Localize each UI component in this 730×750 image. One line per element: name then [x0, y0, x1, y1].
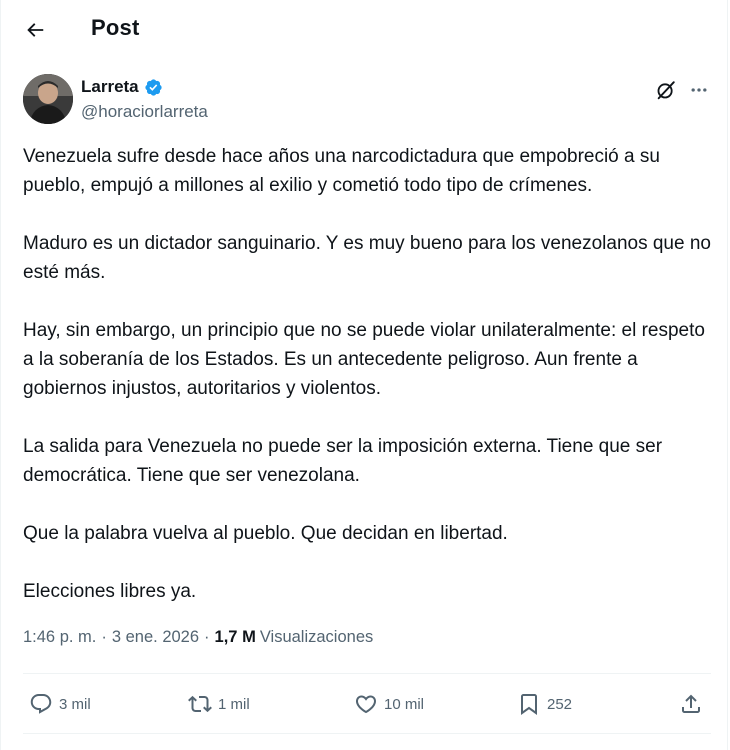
like-button[interactable]: 10 mil: [354, 688, 424, 720]
post-meta: 1:46 p. m. · 3 ene. 2026 · 1,7 M Visuali…: [23, 628, 373, 647]
back-arrow-icon: [27, 23, 44, 37]
bookmark-button[interactable]: 252: [517, 688, 572, 720]
page-title: Post: [91, 15, 140, 40]
grok-button[interactable]: [653, 77, 679, 103]
like-icon: [355, 695, 377, 714]
reply-count: 3 mil: [59, 695, 91, 713]
like-count: 10 mil: [384, 695, 425, 713]
divider: [23, 733, 711, 734]
action-bar: 3 mil 1 mil 10 mil 252: [23, 688, 713, 720]
reply-icon: [30, 694, 52, 714]
back-button[interactable]: [17, 12, 53, 48]
meta-separator: ·: [204, 628, 210, 646]
tweet-paragraph: Elecciones libres ya.: [23, 581, 197, 602]
post-detail-panel: Post Larreta @horaciorlarreta Venezuela …: [0, 0, 728, 750]
tweet-paragraph: Hay, sin embargo, un principio que no se…: [23, 320, 705, 399]
bookmark-count: 252: [547, 695, 573, 713]
repost-button[interactable]: 1 mil: [188, 688, 250, 720]
repost-count: 1 mil: [218, 695, 250, 713]
share-button[interactable]: [679, 688, 703, 720]
views-label[interactable]: Visualizaciones: [260, 628, 373, 647]
more-dots-icon: [691, 88, 707, 92]
tweet-paragraph: La salida para Venezuela no puede ser la…: [23, 436, 663, 486]
author-name-row: Larreta: [81, 77, 163, 97]
verified-badge-icon: [144, 78, 163, 97]
share-icon: [682, 694, 700, 713]
more-options-button[interactable]: [686, 77, 712, 103]
meta-separator: ·: [101, 628, 107, 646]
repost-icon: [188, 695, 212, 713]
tweet-paragraph: Maduro es un dictador sanguinario. Y es …: [23, 233, 711, 283]
reply-button[interactable]: 3 mil: [29, 688, 91, 720]
grok-icon: [657, 81, 675, 100]
divider: [23, 673, 711, 674]
author-name[interactable]: Larreta: [81, 77, 139, 97]
avatar[interactable]: [23, 74, 73, 124]
views-count[interactable]: 1,7 M: [215, 628, 256, 647]
tweet-paragraph: Que la palabra vuelva al pueblo. Que dec…: [23, 523, 508, 544]
tweet-paragraph: Venezuela sufre desde hace años una narc…: [23, 146, 660, 196]
bookmark-icon: [521, 694, 537, 715]
author-handle[interactable]: @horaciorlarreta: [81, 102, 208, 122]
header-bar: Post: [1, 0, 729, 60]
post-time[interactable]: 1:46 p. m.: [23, 628, 96, 647]
post-date[interactable]: 3 ene. 2026: [112, 628, 199, 647]
